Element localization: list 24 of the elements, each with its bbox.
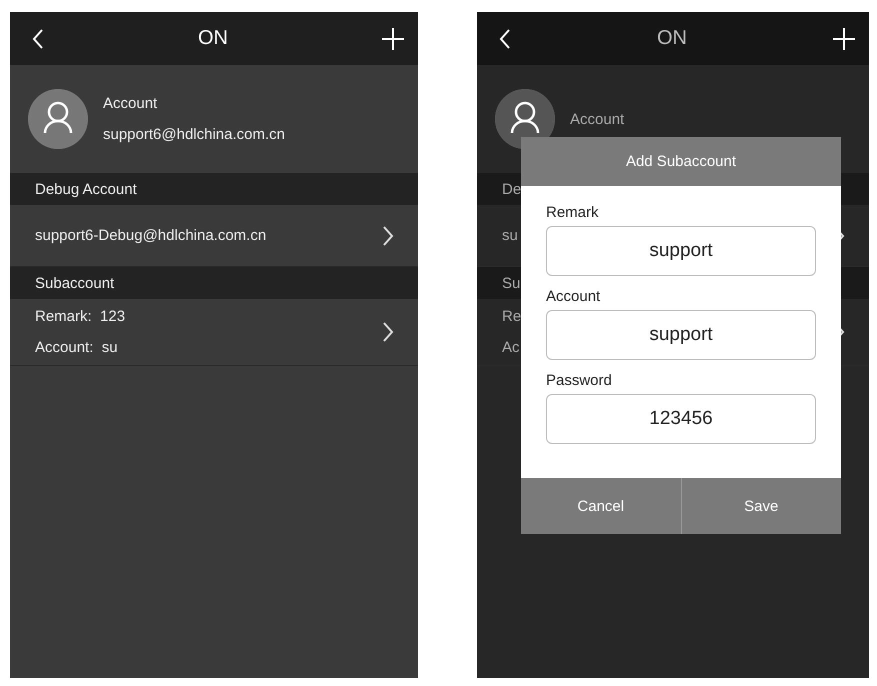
account-label: Account <box>570 110 624 128</box>
section-heading: Su <box>502 274 520 292</box>
avatar-icon <box>28 89 88 149</box>
section-heading: De <box>502 180 522 198</box>
field-label: Password <box>546 372 613 389</box>
back-icon[interactable] <box>32 28 44 48</box>
add-icon[interactable] <box>833 28 855 50</box>
field-label: Remark <box>546 204 600 221</box>
chevron-icon <box>383 322 394 342</box>
account-label: Account <box>103 95 158 112</box>
screen-title: ON <box>198 27 228 50</box>
list-item[interactable]: Remark: 123 Account: su <box>10 299 418 366</box>
field-label: Account <box>546 288 602 305</box>
screen-title: ON <box>657 27 687 50</box>
add-icon[interactable] <box>382 28 404 50</box>
dialog-title: Add Subaccount <box>521 137 841 186</box>
back-icon[interactable] <box>499 28 511 48</box>
section-heading: Subaccount <box>35 274 114 292</box>
input-field[interactable]: support <box>546 226 816 276</box>
input-field[interactable]: 123456 <box>546 394 816 444</box>
account-email: support6@hdlchina.com.cn <box>103 126 285 143</box>
chevron-icon <box>383 226 394 246</box>
input-field[interactable]: support <box>546 310 816 360</box>
section-heading: Debug Account <box>35 180 137 198</box>
